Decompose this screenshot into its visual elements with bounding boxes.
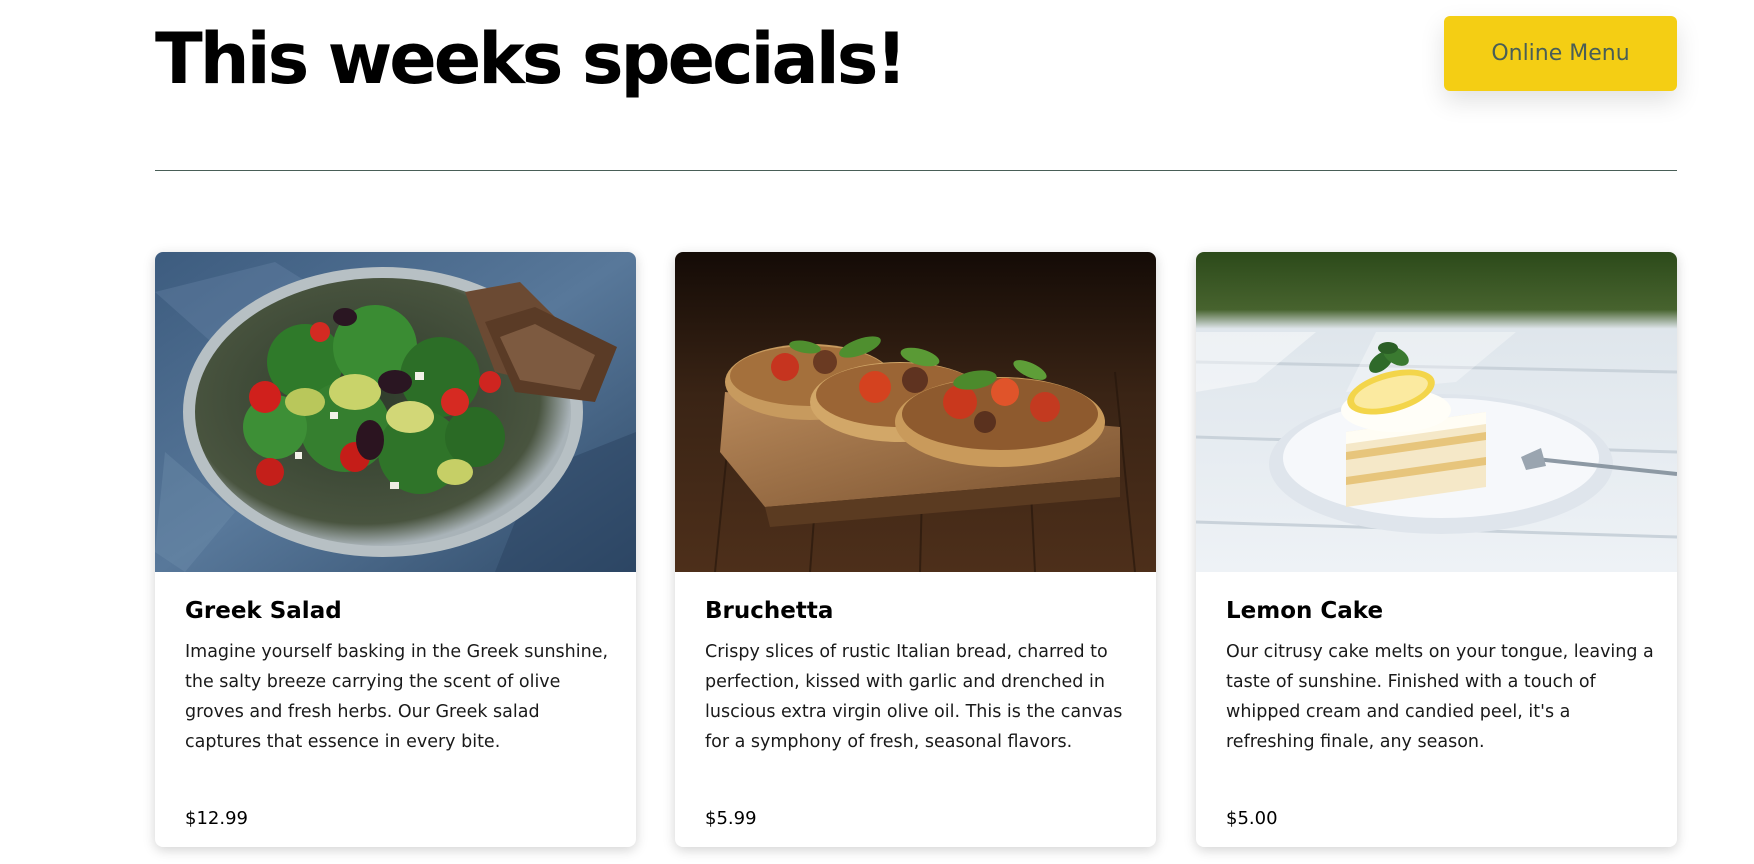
- bruschetta-photo: [675, 252, 1156, 572]
- divider: [155, 170, 1677, 171]
- special-card-lemon-cake[interactable]: Lemon Cake Our citrusy cake melts on you…: [1196, 252, 1677, 847]
- card-description: Imagine yourself basking in the Greek su…: [185, 642, 609, 752]
- card-title: Greek Salad: [185, 598, 342, 624]
- greek-salad-photo: [155, 252, 636, 572]
- online-menu-button[interactable]: Online Menu: [1444, 16, 1677, 91]
- special-card-greek-salad[interactable]: Greek Salad Imagine yourself basking in …: [155, 252, 636, 847]
- page: This weeks specials! Online Menu Greek S…: [0, 0, 1754, 864]
- lemon-cake-photo: [1196, 252, 1677, 572]
- card-price: $5.99: [705, 808, 757, 829]
- card-description: Our citrusy cake melts on your tongue, l…: [1226, 642, 1654, 752]
- specials-header: This weeks specials! Online Menu: [155, 0, 1677, 120]
- card-price: $12.99: [185, 808, 248, 829]
- card-price: $5.00: [1226, 808, 1278, 829]
- page-title: This weeks specials!: [155, 18, 907, 100]
- special-card-bruchetta[interactable]: Bruchetta Crispy slices of rustic Italia…: [675, 252, 1156, 847]
- card-title: Bruchetta: [705, 598, 834, 624]
- specials-cards: Greek Salad Imagine yourself basking in …: [155, 252, 1677, 847]
- card-title: Lemon Cake: [1226, 598, 1384, 624]
- card-description: Crispy slices of rustic Italian bread, c…: [705, 642, 1123, 752]
